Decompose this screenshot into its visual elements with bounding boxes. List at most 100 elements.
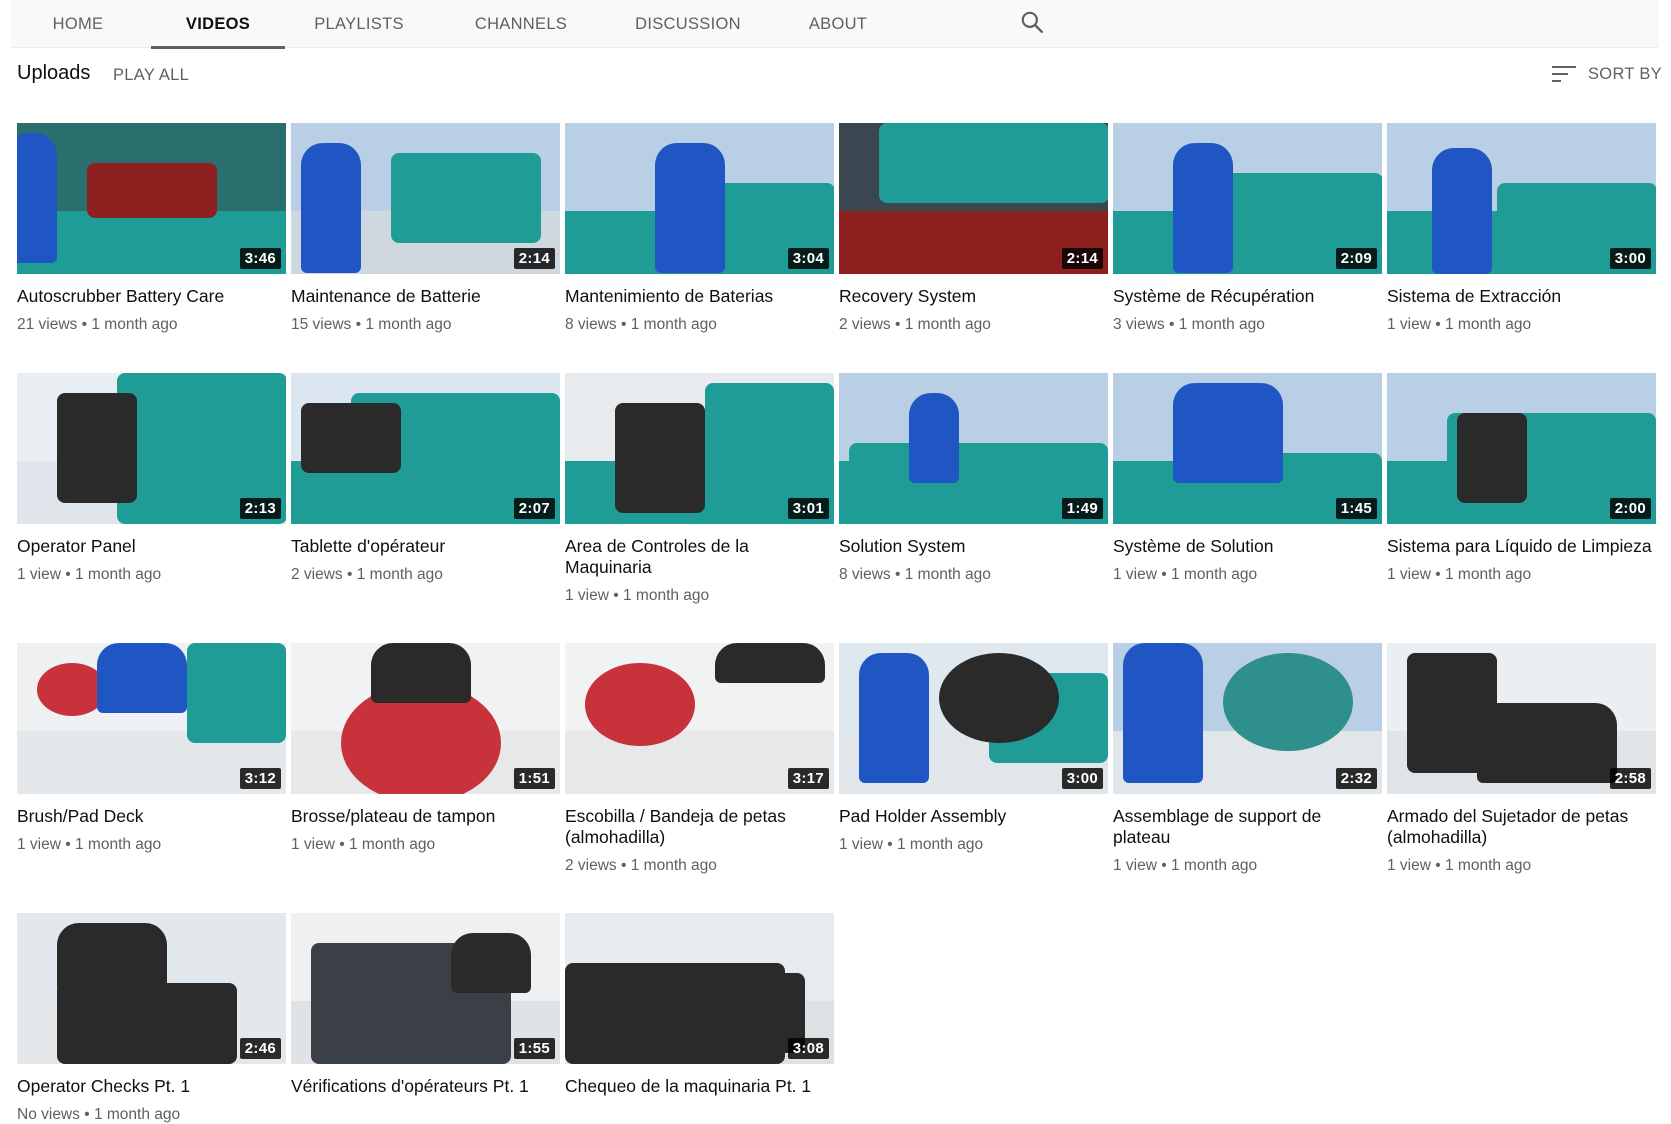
video-card[interactable]: 2:32 Assemblage de support de plateau 1 vi…	[1113, 643, 1382, 875]
video-thumbnail[interactable]: 2:07	[291, 373, 560, 524]
video-thumbnail[interactable]: 1:49	[839, 373, 1108, 524]
tab-playlists[interactable]: PLAYLISTS	[309, 0, 409, 48]
video-card[interactable]: 2:46 Operator Checks Pt. 1 No views • 1 mo…	[17, 913, 286, 1124]
video-thumbnail[interactable]: 2:14	[839, 123, 1108, 274]
video-title[interactable]: Mantenimiento de Baterias	[565, 286, 834, 307]
view-count: 1 view	[839, 836, 883, 853]
video-card[interactable]: 3:00 Sistema de Extracción 1 view • 1 mont…	[1387, 123, 1656, 334]
tab-discussion[interactable]: DISCUSSION	[631, 0, 745, 48]
video-duration: 3:17	[787, 768, 829, 789]
view-count: 1 view	[1387, 857, 1431, 874]
video-title[interactable]: Operator Checks Pt. 1	[17, 1076, 286, 1097]
video-thumbnail[interactable]: 2:32	[1113, 643, 1382, 794]
video-title[interactable]: Brosse/plateau de tampon	[291, 806, 560, 827]
video-title[interactable]: Brush/Pad Deck	[17, 806, 286, 827]
video-title[interactable]: Autoscrubber Battery Care	[17, 286, 286, 307]
video-title[interactable]: Sistema para Líquido de Limpieza	[1387, 536, 1656, 557]
view-count: 15 views	[291, 316, 352, 333]
thumbnail-person	[1432, 148, 1492, 274]
video-thumbnail[interactable]: 1:51	[291, 643, 560, 794]
video-title[interactable]: Armado del Sujetador de petas (almohadil…	[1387, 806, 1656, 848]
video-card[interactable]: 3:04 Mantenimiento de Baterias 8 views • 1…	[565, 123, 834, 334]
video-thumbnail[interactable]: 3:01	[565, 373, 834, 524]
video-thumbnail[interactable]: 2:14	[291, 123, 560, 274]
video-card[interactable]: 3:17 Escobilla / Bandeja de petas (almoha…	[565, 643, 834, 875]
video-title[interactable]: Sistema de Extracción	[1387, 286, 1656, 307]
video-thumbnail[interactable]: 3:08	[565, 913, 834, 1064]
upload-age: 1 month ago	[1170, 566, 1258, 583]
video-thumbnail[interactable]: 1:45	[1113, 373, 1382, 524]
thumbnail-person	[1173, 383, 1283, 483]
video-thumbnail[interactable]: 2:09	[1113, 123, 1382, 274]
video-metadata: 8 views • 1 month ago	[565, 316, 834, 334]
video-card[interactable]: 1:45 Système de Solution 1 view • 1 month …	[1113, 373, 1382, 584]
video-title[interactable]: Operator Panel	[17, 536, 286, 557]
video-title[interactable]: Escobilla / Bandeja de petas (almohadill…	[565, 806, 834, 848]
video-card[interactable]: 3:08 Chequeo de la maquinaria Pt. 1	[565, 913, 834, 1097]
video-card[interactable]: 3:12 Brush/Pad Deck 1 view • 1 month ago	[17, 643, 286, 854]
search-icon[interactable]	[1019, 9, 1045, 35]
upload-age: 1 month ago	[74, 566, 162, 583]
video-thumbnail[interactable]: 3:04	[565, 123, 834, 274]
video-card[interactable]: 1:55 Vérifications d'opérateurs Pt. 1	[291, 913, 560, 1097]
upload-age: 1 month ago	[1170, 857, 1258, 874]
video-card[interactable]: 1:49 Solution System 8 views • 1 month ago	[839, 373, 1108, 584]
thumbnail-person	[715, 643, 825, 683]
video-title[interactable]: Chequeo de la maquinaria Pt. 1	[565, 1076, 834, 1097]
video-metadata: 1 view • 1 month ago	[17, 836, 286, 854]
thumbnail-person	[1173, 143, 1233, 273]
video-title[interactable]: Assemblage de support de plateau	[1113, 806, 1382, 848]
video-card[interactable]: 2:07 Tablette d'opérateur 2 views • 1 mont…	[291, 373, 560, 584]
play-all-button[interactable]: PLAY ALL	[113, 66, 189, 85]
video-duration: 2:46	[239, 1038, 281, 1059]
video-card[interactable]: 3:00 Pad Holder Assembly 1 view • 1 month …	[839, 643, 1108, 854]
video-thumbnail[interactable]: 3:17	[565, 643, 834, 794]
video-title[interactable]: Système de Récupération	[1113, 286, 1382, 307]
tab-about[interactable]: ABOUT	[801, 0, 875, 48]
tab-videos[interactable]: VIDEOS	[151, 0, 285, 49]
thumbnail-machine	[187, 643, 286, 743]
video-card[interactable]: 3:01 Area de Controles de la Maquinaria 1 …	[565, 373, 834, 605]
section-title: Uploads	[17, 62, 91, 84]
video-title[interactable]: Système de Solution	[1113, 536, 1382, 557]
video-title[interactable]: Maintenance de Batterie	[291, 286, 560, 307]
video-duration: 2:58	[1609, 768, 1651, 789]
video-thumbnail[interactable]: 2:00	[1387, 373, 1656, 524]
video-card[interactable]: 2:58 Armado del Sujetador de petas (almoh…	[1387, 643, 1656, 875]
video-duration: 1:51	[513, 768, 555, 789]
video-title[interactable]: Vérifications d'opérateurs Pt. 1	[291, 1076, 560, 1097]
tab-home[interactable]: HOME	[41, 0, 115, 48]
sort-by-label: SORT BY	[1588, 64, 1662, 83]
video-title[interactable]: Recovery System	[839, 286, 1108, 307]
tab-channels[interactable]: CHANNELS	[471, 0, 571, 48]
video-thumbnail[interactable]: 3:12	[17, 643, 286, 794]
view-count: 8 views	[565, 316, 617, 333]
video-card[interactable]: 2:00 Sistema para Líquido de Limpieza 1 vi…	[1387, 373, 1656, 584]
video-title[interactable]: Pad Holder Assembly	[839, 806, 1108, 827]
video-card[interactable]: 2:13 Operator Panel 1 view • 1 month ago	[17, 373, 286, 584]
video-metadata: 1 view • 1 month ago	[17, 566, 286, 584]
thumbnail-machine	[87, 163, 217, 218]
video-thumbnail[interactable]: 1:55	[291, 913, 560, 1064]
video-thumbnail[interactable]: 3:00	[839, 643, 1108, 794]
video-thumbnail[interactable]: 2:46	[17, 913, 286, 1064]
separator-dot: •	[60, 836, 75, 853]
video-duration: 2:14	[1061, 248, 1103, 269]
upload-age: 1 month ago	[91, 316, 178, 333]
video-card[interactable]: 2:14 Maintenance de Batterie 15 views • 1 …	[291, 123, 560, 334]
video-thumbnail[interactable]: 3:00	[1387, 123, 1656, 274]
video-thumbnail[interactable]: 2:58	[1387, 643, 1656, 794]
video-card[interactable]: 1:51 Brosse/plateau de tampon 1 view • 1 m…	[291, 643, 560, 854]
video-thumbnail[interactable]: 3:46	[17, 123, 286, 274]
video-duration: 3:08	[787, 1038, 829, 1059]
video-card[interactable]: 2:09 Système de Récupération 3 views • 1 m…	[1113, 123, 1382, 334]
video-thumbnail[interactable]: 2:13	[17, 373, 286, 524]
video-duration: 2:13	[239, 498, 281, 519]
sort-by-button[interactable]: SORT BY	[1552, 60, 1662, 88]
video-card[interactable]: 3:46 Autoscrubber Battery Care 21 views • …	[17, 123, 286, 334]
separator-dot: •	[1156, 857, 1171, 874]
video-card[interactable]: 2:14 Recovery System 2 views • 1 month ago	[839, 123, 1108, 334]
video-title[interactable]: Solution System	[839, 536, 1108, 557]
video-title[interactable]: Area de Controles de la Maquinaria	[565, 536, 834, 578]
video-title[interactable]: Tablette d'opérateur	[291, 536, 560, 557]
